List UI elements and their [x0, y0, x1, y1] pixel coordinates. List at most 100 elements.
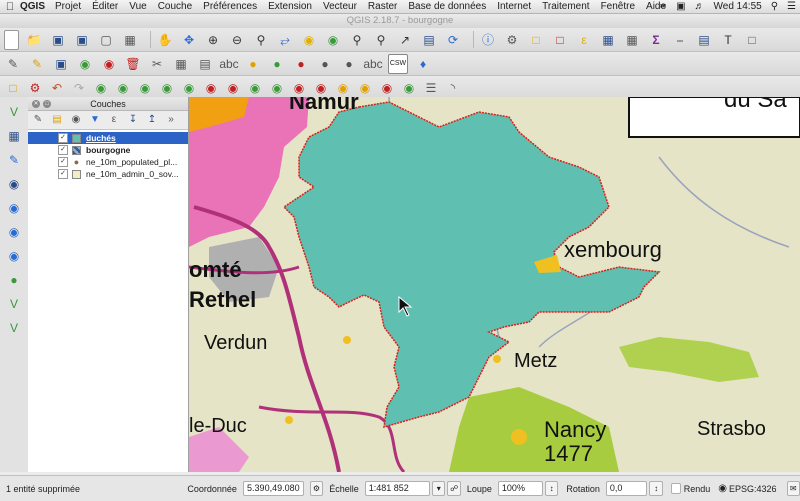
menu-fenetre[interactable]: Fenêtre	[601, 1, 635, 12]
rotate-feature-icon[interactable]: ◉	[92, 79, 110, 97]
render-checkbox[interactable]	[670, 483, 681, 494]
collapse-all-icon[interactable]: ↥	[145, 113, 159, 127]
text-annotation-icon[interactable]: T	[719, 31, 737, 49]
layer-item-bourgogne[interactable]: ✓ bourgogne	[28, 144, 188, 156]
menu-list-icon[interactable]: ☰	[787, 1, 796, 12]
undo-icon[interactable]: ↶	[48, 79, 66, 97]
add-raster-layer-icon[interactable]: ▦	[5, 127, 23, 145]
magnifier-stepper[interactable]: ↕	[544, 481, 559, 496]
label-show-icon[interactable]: ●	[292, 55, 310, 73]
simplify-icon[interactable]: ◉	[114, 79, 132, 97]
label-highlight-icon[interactable]: ●	[268, 55, 286, 73]
label-icon[interactable]: abc	[219, 55, 238, 73]
select-features-icon[interactable]: □	[527, 31, 545, 49]
menu-internet[interactable]: Internet	[497, 1, 531, 12]
zoom-to-layer-icon[interactable]: ◉	[324, 31, 342, 49]
filter-legend-icon[interactable]: ▼	[88, 113, 102, 127]
add-part-icon[interactable]: ◉	[158, 79, 176, 97]
snapping-icon[interactable]: ⚙	[26, 79, 44, 97]
menu-preferences[interactable]: Préférences	[203, 1, 257, 12]
paste-features-icon[interactable]: ▤	[196, 55, 214, 73]
map-canvas[interactable]: Namur du Sa omté Rethel Verdun xembourg …	[189, 97, 800, 472]
menu-couche[interactable]: Couche	[158, 1, 192, 12]
label-change-icon[interactable]: abc	[363, 55, 382, 73]
layer-visibility-checkbox[interactable]: ✓	[58, 133, 68, 143]
digitize-tools-icon[interactable]: □	[4, 79, 22, 97]
merge-attributes-icon[interactable]: ◉	[356, 79, 374, 97]
new-map-view-icon[interactable]: ↗	[396, 31, 414, 49]
reshape-icon[interactable]: ◉	[246, 79, 264, 97]
messages-icon[interactable]: ✉	[786, 481, 800, 496]
split-features-icon[interactable]: ◉	[290, 79, 308, 97]
rotation-stepper[interactable]: ↕	[649, 481, 663, 496]
redo-icon[interactable]: ↷	[70, 79, 88, 97]
node-tool-icon[interactable]: ◉	[100, 55, 118, 73]
volume-icon[interactable]: ♬	[695, 1, 705, 12]
menu-editer[interactable]: Éditer	[92, 1, 118, 12]
lock-icon[interactable]: ☍	[447, 481, 461, 496]
layer-item-admin-0-sovereignty[interactable]: ✓ ne_10m_admin_0_sov...	[28, 168, 188, 180]
circular-string-icon[interactable]: ◝	[444, 79, 462, 97]
new-print-composer-icon[interactable]: ▢	[97, 31, 115, 49]
toggle-extents-icon[interactable]: ⚙	[309, 481, 324, 496]
rotate-symbols-icon[interactable]: ◉	[378, 79, 396, 97]
field-calculator-icon[interactable]: ▦	[623, 31, 641, 49]
magnifier-field[interactable]: 100%	[497, 481, 543, 496]
align-icon[interactable]: ☰	[422, 79, 440, 97]
new-project-icon[interactable]	[4, 29, 19, 50]
layer-item-populated-places[interactable]: ✓ ● ne_10m_populated_pl...	[28, 156, 188, 168]
layer-visibility-checkbox[interactable]: ✓	[58, 157, 68, 167]
toggle-editing-icon[interactable]: ✎	[28, 55, 46, 73]
save-project-icon[interactable]: ▣	[49, 31, 67, 49]
expand-all-icon[interactable]: ↧	[126, 113, 140, 127]
menu-traitement[interactable]: Traitement	[542, 1, 589, 12]
composer-manager-icon[interactable]: ▦	[121, 31, 139, 49]
map-tips-icon[interactable]: ▤	[695, 31, 713, 49]
zoom-to-selection-icon[interactable]: ◉	[300, 31, 318, 49]
layer-visibility-checkbox[interactable]: ✓	[58, 145, 68, 155]
zoom-native-icon[interactable]: ⚲	[252, 31, 270, 49]
search-icon[interactable]: ⚲	[771, 1, 778, 12]
zoom-out-icon[interactable]: ⊖	[228, 31, 246, 49]
manage-visibility-icon[interactable]: ◉	[69, 113, 83, 127]
filter-expression-icon[interactable]: ε	[107, 113, 121, 127]
pan-to-selection-icon[interactable]: ✥	[180, 31, 198, 49]
delete-ring-icon[interactable]: ◉	[202, 79, 220, 97]
statistics-icon[interactable]: Σ	[647, 31, 665, 49]
zoom-in-icon[interactable]: ⊕	[204, 31, 222, 49]
identify-icon[interactable]: ⓘ	[479, 31, 497, 49]
measure-icon[interactable]: ⎯	[671, 31, 689, 49]
menu-vue[interactable]: Vue	[129, 1, 146, 12]
bookmarks-icon[interactable]: ▤	[420, 31, 438, 49]
styling-icon[interactable]: ✎	[31, 113, 45, 127]
add-group-icon[interactable]: ▤	[50, 113, 64, 127]
merge-features-icon[interactable]: ◉	[334, 79, 352, 97]
layer-visibility-checkbox[interactable]: ✓	[58, 169, 68, 179]
crs-icon[interactable]: ◉	[718, 483, 727, 494]
open-project-icon[interactable]: 📁	[25, 31, 43, 49]
menu-base-de-donnees[interactable]: Base de données	[408, 1, 486, 12]
attribute-table-icon[interactable]: ▦	[599, 31, 617, 49]
lock-scale-icon[interactable]: ▾	[431, 481, 446, 496]
add-delimited-text-icon[interactable]: ●	[5, 271, 23, 289]
delete-part-icon[interactable]: ◉	[224, 79, 242, 97]
clock[interactable]: Wed 14:55	[714, 1, 762, 12]
menu-vecteur[interactable]: Vecteur	[323, 1, 357, 12]
menu-raster[interactable]: Raster	[368, 1, 397, 12]
add-ring-icon[interactable]: ◉	[136, 79, 154, 97]
csw-icon[interactable]: CSW	[388, 53, 408, 74]
offset-curve-icon[interactable]: ◉	[268, 79, 286, 97]
split-parts-icon[interactable]: ◉	[312, 79, 330, 97]
select-by-expression-icon[interactable]: ε	[575, 31, 593, 49]
pan-icon[interactable]: ✋	[156, 31, 174, 49]
remove-layer-icon[interactable]: »	[164, 113, 178, 127]
new-shapefile-icon[interactable]: V	[5, 295, 23, 313]
label-rotate-icon[interactable]: ●	[340, 55, 358, 73]
save-as-icon[interactable]: ▣	[73, 31, 91, 49]
crs-label[interactable]: EPSG:4326	[729, 484, 777, 494]
delete-selected-icon[interactable]: 🗑	[124, 55, 142, 73]
menu-projet[interactable]: Projet	[55, 1, 81, 12]
zoom-last-icon[interactable]: ⚲	[348, 31, 366, 49]
add-postgis-layer-icon[interactable]: ◉	[5, 175, 23, 193]
coordinate-field[interactable]: 5.390,49.080	[242, 481, 304, 496]
